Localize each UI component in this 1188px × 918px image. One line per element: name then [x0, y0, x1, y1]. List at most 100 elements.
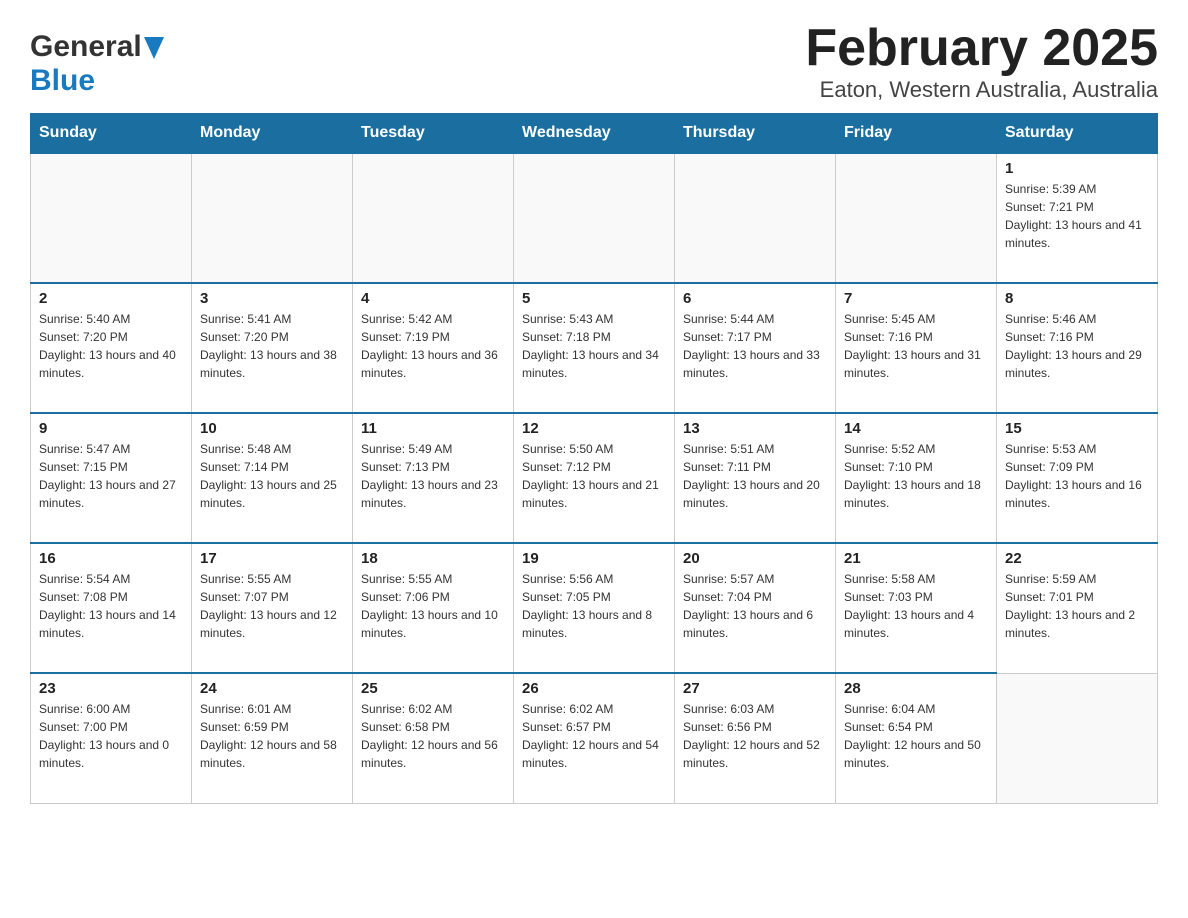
logo-arrow-icon [144, 37, 164, 59]
page-title: February 2025 [805, 20, 1158, 77]
page-subtitle: Eaton, Western Australia, Australia [805, 77, 1158, 103]
day-number: 22 [1005, 550, 1149, 567]
col-tuesday: Tuesday [353, 114, 514, 154]
calendar-cell: 17 Sunrise: 5:55 AMSunset: 7:07 PMDayligh… [192, 543, 353, 673]
calendar-cell: 7Sunrise: 5:45 AMSunset: 7:16 PMDaylight… [836, 283, 997, 413]
calendar-cell [514, 153, 675, 283]
day-number: 21 [844, 550, 988, 567]
title-block: February 2025 Eaton, Western Australia, … [805, 20, 1158, 103]
day-number: 28 [844, 680, 988, 697]
calendar-cell: 2Sunrise: 5:40 AMSunset: 7:20 PMDaylight… [31, 283, 192, 413]
calendar-cell: 25Sunrise: 6:02 AMSunset: 6:58 PMDayligh… [353, 673, 514, 803]
calendar-cell: 8Sunrise: 5:46 AMSunset: 7:16 PMDaylight… [997, 283, 1158, 413]
day-info: Sunrise: 5:43 AMSunset: 7:18 PMDaylight:… [522, 310, 666, 382]
day-info: Sunrise: 5:42 AMSunset: 7:19 PMDaylight:… [361, 310, 505, 382]
col-thursday: Thursday [675, 114, 836, 154]
calendar-cell: 19Sunrise: 5:56 AMSunset: 7:05 PMDayligh… [514, 543, 675, 673]
day-number: 10 [200, 420, 344, 437]
calendar-cell: 3 Sunrise: 5:41 AMSunset: 7:20 PMDaylight… [192, 283, 353, 413]
calendar-cell: 1 Sunrise: 5:39 AMSunset: 7:21 PMDaylight… [997, 153, 1158, 283]
col-sunday: Sunday [31, 114, 192, 154]
day-number: 27 [683, 680, 827, 697]
day-number: 3 [200, 290, 344, 307]
col-friday: Friday [836, 114, 997, 154]
day-number: 23 [39, 680, 183, 697]
calendar-week-3: 9 Sunrise: 5:47 AMSunset: 7:15 PMDaylight… [31, 413, 1158, 543]
day-info: Sunrise: 5:53 AMSunset: 7:09 PMDaylight:… [1005, 440, 1149, 512]
day-info: Sunrise: 5:48 AMSunset: 7:14 PMDaylight:… [200, 440, 344, 512]
day-number: 26 [522, 680, 666, 697]
calendar-cell: 4 Sunrise: 5:42 AMSunset: 7:19 PMDaylight… [353, 283, 514, 413]
day-number: 24 [200, 680, 344, 697]
day-number: 16 [39, 550, 183, 567]
days-of-week-row: Sunday Monday Tuesday Wednesday Thursday… [31, 114, 1158, 154]
day-number: 14 [844, 420, 988, 437]
calendar-cell: 22 Sunrise: 5:59 AMSunset: 7:01 PMDayligh… [997, 543, 1158, 673]
calendar-cell: 16 Sunrise: 5:54 AMSunset: 7:08 PMDayligh… [31, 543, 192, 673]
day-number: 4 [361, 290, 505, 307]
day-number: 9 [39, 420, 183, 437]
day-info: Sunrise: 5:39 AMSunset: 7:21 PMDaylight:… [1005, 180, 1149, 252]
day-number: 19 [522, 550, 666, 567]
calendar-cell [997, 673, 1158, 803]
calendar-cell: 20 Sunrise: 5:57 AMSunset: 7:04 PMDayligh… [675, 543, 836, 673]
calendar-cell: 26 Sunrise: 6:02 AMSunset: 6:57 PMDayligh… [514, 673, 675, 803]
day-info: Sunrise: 5:54 AMSunset: 7:08 PMDaylight:… [39, 570, 183, 642]
day-info: Sunrise: 5:52 AMSunset: 7:10 PMDaylight:… [844, 440, 988, 512]
day-number: 2 [39, 290, 183, 307]
day-info: Sunrise: 5:51 AMSunset: 7:11 PMDaylight:… [683, 440, 827, 512]
calendar-week-1: 1 Sunrise: 5:39 AMSunset: 7:21 PMDaylight… [31, 153, 1158, 283]
calendar-cell [836, 153, 997, 283]
calendar-cell: 12Sunrise: 5:50 AMSunset: 7:12 PMDayligh… [514, 413, 675, 543]
logo-general-text: General [30, 30, 142, 64]
calendar-cell [353, 153, 514, 283]
calendar-cell: 21 Sunrise: 5:58 AMSunset: 7:03 PMDayligh… [836, 543, 997, 673]
day-number: 18 [361, 550, 505, 567]
calendar-cell: 28 Sunrise: 6:04 AMSunset: 6:54 PMDayligh… [836, 673, 997, 803]
logo: General Blue [30, 20, 164, 98]
day-number: 8 [1005, 290, 1149, 307]
calendar-cell: 14 Sunrise: 5:52 AMSunset: 7:10 PMDayligh… [836, 413, 997, 543]
day-number: 17 [200, 550, 344, 567]
calendar-week-2: 2Sunrise: 5:40 AMSunset: 7:20 PMDaylight… [31, 283, 1158, 413]
day-info: Sunrise: 6:02 AMSunset: 6:57 PMDaylight:… [522, 700, 666, 772]
day-info: Sunrise: 6:01 AMSunset: 6:59 PMDaylight:… [200, 700, 344, 772]
day-number: 1 [1005, 160, 1149, 177]
day-number: 6 [683, 290, 827, 307]
day-info: Sunrise: 5:49 AMSunset: 7:13 PMDaylight:… [361, 440, 505, 512]
day-info: Sunrise: 5:58 AMSunset: 7:03 PMDaylight:… [844, 570, 988, 642]
logo-blue-text: Blue [30, 64, 95, 97]
day-number: 20 [683, 550, 827, 567]
day-number: 15 [1005, 420, 1149, 437]
day-info: Sunrise: 5:55 AMSunset: 7:07 PMDaylight:… [200, 570, 344, 642]
day-info: Sunrise: 5:57 AMSunset: 7:04 PMDaylight:… [683, 570, 827, 642]
calendar-cell [675, 153, 836, 283]
day-info: Sunrise: 6:00 AMSunset: 7:00 PMDaylight:… [39, 700, 183, 772]
col-saturday: Saturday [997, 114, 1158, 154]
calendar-week-5: 23 Sunrise: 6:00 AMSunset: 7:00 PMDayligh… [31, 673, 1158, 803]
calendar-week-4: 16 Sunrise: 5:54 AMSunset: 7:08 PMDayligh… [31, 543, 1158, 673]
page-header: General Blue February 2025 Eaton, Wester… [30, 20, 1158, 103]
day-info: Sunrise: 6:04 AMSunset: 6:54 PMDaylight:… [844, 700, 988, 772]
calendar-cell [31, 153, 192, 283]
day-info: Sunrise: 6:03 AMSunset: 6:56 PMDaylight:… [683, 700, 827, 772]
calendar-cell: 13 Sunrise: 5:51 AMSunset: 7:11 PMDayligh… [675, 413, 836, 543]
calendar-cell: 24 Sunrise: 6:01 AMSunset: 6:59 PMDayligh… [192, 673, 353, 803]
day-info: Sunrise: 5:59 AMSunset: 7:01 PMDaylight:… [1005, 570, 1149, 642]
calendar-header: Sunday Monday Tuesday Wednesday Thursday… [31, 114, 1158, 154]
day-number: 13 [683, 420, 827, 437]
day-number: 11 [361, 420, 505, 437]
calendar-cell: 18Sunrise: 5:55 AMSunset: 7:06 PMDayligh… [353, 543, 514, 673]
calendar-cell: 15 Sunrise: 5:53 AMSunset: 7:09 PMDayligh… [997, 413, 1158, 543]
day-info: Sunrise: 5:50 AMSunset: 7:12 PMDaylight:… [522, 440, 666, 512]
day-info: Sunrise: 5:44 AMSunset: 7:17 PMDaylight:… [683, 310, 827, 382]
calendar-cell: 6 Sunrise: 5:44 AMSunset: 7:17 PMDaylight… [675, 283, 836, 413]
calendar-body: 1 Sunrise: 5:39 AMSunset: 7:21 PMDaylight… [31, 153, 1158, 803]
day-info: Sunrise: 6:02 AMSunset: 6:58 PMDaylight:… [361, 700, 505, 772]
calendar-cell: 11 Sunrise: 5:49 AMSunset: 7:13 PMDayligh… [353, 413, 514, 543]
col-monday: Monday [192, 114, 353, 154]
day-number: 7 [844, 290, 988, 307]
day-info: Sunrise: 5:41 AMSunset: 7:20 PMDaylight:… [200, 310, 344, 382]
col-wednesday: Wednesday [514, 114, 675, 154]
day-info: Sunrise: 5:47 AMSunset: 7:15 PMDaylight:… [39, 440, 183, 512]
